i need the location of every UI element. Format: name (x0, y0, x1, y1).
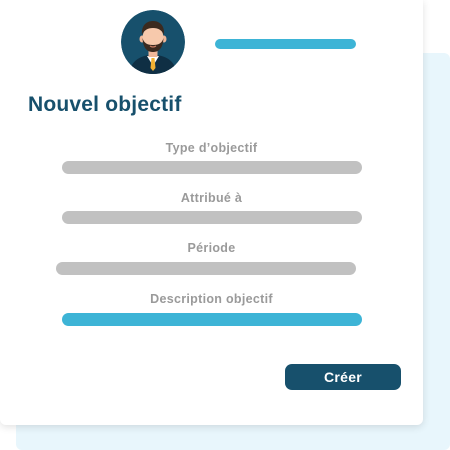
assigned-to-label: Attribué à (180, 191, 243, 205)
header-placeholder-bar (215, 39, 356, 49)
screen: Nouvel objectif Type d’objectif Attribué… (0, 0, 450, 450)
goal-type-field[interactable] (62, 161, 362, 174)
new-goal-form-card: Nouvel objectif Type d’objectif Attribué… (0, 0, 423, 425)
user-avatar-icon (121, 10, 185, 74)
create-button[interactable]: Créer (285, 364, 401, 390)
goal-type-label: Type d’objectif (165, 141, 258, 155)
assigned-to-field[interactable] (62, 211, 362, 224)
goal-description-label: Description objectif (150, 292, 273, 306)
period-field[interactable] (56, 262, 356, 275)
goal-description-field[interactable] (62, 313, 362, 326)
period-label: Période (187, 241, 236, 255)
form-title: Nouvel objectif (28, 93, 182, 116)
